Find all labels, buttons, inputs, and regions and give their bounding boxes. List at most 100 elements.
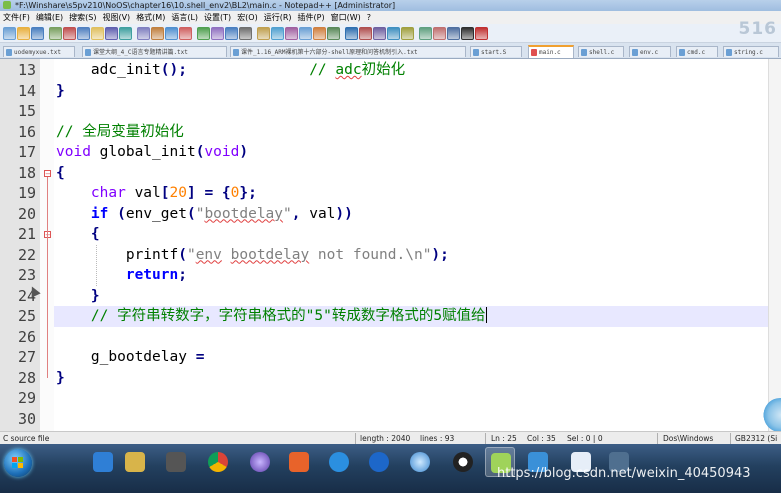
toolbar-button-icon[interactable] [91,27,104,40]
menu-settings[interactable]: 设置(T) [201,11,234,24]
code-line[interactable]: 17 void global_init(void) [0,142,781,163]
toolbar-button-icon[interactable] [165,27,178,40]
toolbar-button-icon[interactable] [257,27,270,40]
taskbar-cloud-sync-button[interactable] [324,447,354,477]
code-text: printf("env bootdelay not found.\n"); [56,246,449,263]
code-line[interactable]: 18 { [0,163,781,184]
menu-edit[interactable]: 编辑(E) [33,11,66,24]
tab-shell-c[interactable]: shell.c [578,46,624,57]
toolbar-button-icon[interactable] [433,27,446,40]
toolbar-button-icon[interactable] [461,27,474,40]
toolbar-button-icon[interactable] [387,27,400,40]
code-line[interactable]: 25 // 字符串转数字，字符串格式的"5"转成数字格式的5赋值给 [0,306,781,327]
toolbar-button-icon[interactable] [17,27,30,40]
code-line[interactable]: 22 printf("env bootdelay not found.\n"); [0,245,781,266]
toolbar-button-icon[interactable] [373,27,386,40]
menu-window[interactable]: 窗口(W) [328,11,364,24]
file-icon [726,49,732,56]
taskbar-chrome-button[interactable] [203,447,233,477]
toolbar-button-icon[interactable] [119,27,132,40]
toolbar-button-icon[interactable] [151,27,164,40]
toolbar-button-icon[interactable] [359,27,372,40]
toolbar-button-icon[interactable] [285,27,298,40]
toolbar-button-icon[interactable] [345,27,358,40]
code-line[interactable]: 27 g_bootdelay = [0,347,781,368]
toolbar-button-icon[interactable] [179,27,192,40]
toolbar-button-icon[interactable] [211,27,224,40]
menu-help[interactable]: ? [364,11,374,24]
code-editor[interactable]: 13 adc_init(); // adc初始化 14} 15 16// 全局变量初始… [0,59,781,431]
taskbar-pdf-reader-button[interactable] [284,447,314,477]
toolbar-button-icon[interactable] [3,27,16,40]
taskbar-qq-browser-button[interactable] [88,447,118,477]
toolbar-button-icon[interactable] [137,27,150,40]
tab-uodemyxue[interactable]: uodemyxue.txt [3,46,75,57]
tab-main-c[interactable]: main.c [528,45,574,58]
menu-bar: 文件(F) 编辑(E) 搜索(S) 视图(V) 格式(M) 语言(L) 设置(T) 宏(O) 运… [0,11,781,24]
toolbar-button-icon[interactable] [77,27,90,40]
line-number: 29 [17,389,36,407]
csdn-watermark: https://blog.csdn.net/weixin_40450943 [497,466,751,481]
code-line[interactable]: 16 // 全局变量初始化 [0,122,781,143]
taskbar-video-recorder-button[interactable] [161,447,191,477]
menu-macro[interactable]: 宏(O) [234,11,261,24]
toolbar-button-icon[interactable] [447,27,460,40]
toolbar-button-icon[interactable] [271,27,284,40]
code-line[interactable]: 29 [0,388,781,409]
taskbar-k-app-button[interactable] [364,447,394,477]
code-line[interactable]: 14} [0,81,781,102]
tab-label: start.S [481,49,507,56]
tab-label: uodemyxue.txt [14,49,61,56]
toolbar-button-icon[interactable] [105,27,118,40]
taskbar-media-player-button[interactable] [245,447,275,477]
toolbar-button-icon[interactable] [239,27,252,40]
tab-courseware[interactable]: 课件_1.16_ARM裸机第十六部分-shell原理和问答机制引入.txt [230,46,466,57]
line-number: 23 [17,266,36,284]
toolbar-button-icon[interactable] [475,27,488,40]
fold-toggle-icon[interactable]: − [44,169,51,177]
vertical-scrollbar[interactable] [768,59,781,431]
code-line[interactable]: 24 } [0,286,781,307]
toolbar-button-icon[interactable] [31,27,44,40]
code-line[interactable]: 15 [0,101,781,122]
code-line[interactable]: 13 adc_init(); // adc初始化 [0,60,781,81]
toolbar-button-icon[interactable] [49,27,62,40]
toolbar-button-icon[interactable] [313,27,326,40]
menu-search[interactable]: 搜索(S) [66,11,99,24]
code-line[interactable]: 19 char val[20] = {0}; [0,183,781,204]
menu-view[interactable]: 视图(V) [99,11,133,24]
code-line[interactable]: 21 { [0,224,781,245]
code-text: } [56,369,65,386]
media-player-icon [250,452,270,472]
tab-label: shell.c [589,49,615,56]
code-line[interactable]: 30 [0,409,781,430]
menu-plugins[interactable]: 插件(P) [295,11,328,24]
menu-format[interactable]: 格式(M) [133,11,168,24]
code-line[interactable]: 26 [0,327,781,348]
toolbar-button-icon[interactable] [197,27,210,40]
menu-file[interactable]: 文件(F) [0,11,33,24]
file-icon [581,49,587,56]
toolbar-button-icon[interactable] [327,27,340,40]
k-app-icon [369,452,389,472]
toolbar-button-icon[interactable] [225,27,238,40]
taskbar-file-explorer-button[interactable] [120,447,150,477]
tab-start-s[interactable]: start.S [470,46,522,57]
toolbar-button-icon[interactable] [401,27,414,40]
code-line[interactable]: 23 return; [0,265,781,286]
taskbar-network-button[interactable] [405,447,435,477]
tab-course-outline[interactable]: 课堂大纲_4_C语言专题精讲篇.txt [82,46,227,57]
toolbar-button-icon[interactable] [419,27,432,40]
code-line[interactable]: 20 if (env_get("bootdelay", val)) [0,204,781,225]
tab-cmd-c[interactable]: cmd.c [676,46,718,57]
toolbar-button-icon[interactable] [63,27,76,40]
taskbar-qq-button[interactable] [448,447,478,477]
tab-string-c[interactable]: string.c [723,46,779,57]
menu-run[interactable]: 运行(R) [261,11,295,24]
start-button[interactable] [4,449,32,477]
code-line[interactable]: 28} [0,368,781,389]
toolbar-button-icon[interactable] [299,27,312,40]
notepadpp-app-icon [3,1,11,9]
tab-env-c[interactable]: env.c [629,46,671,57]
menu-language[interactable]: 语言(L) [168,11,201,24]
